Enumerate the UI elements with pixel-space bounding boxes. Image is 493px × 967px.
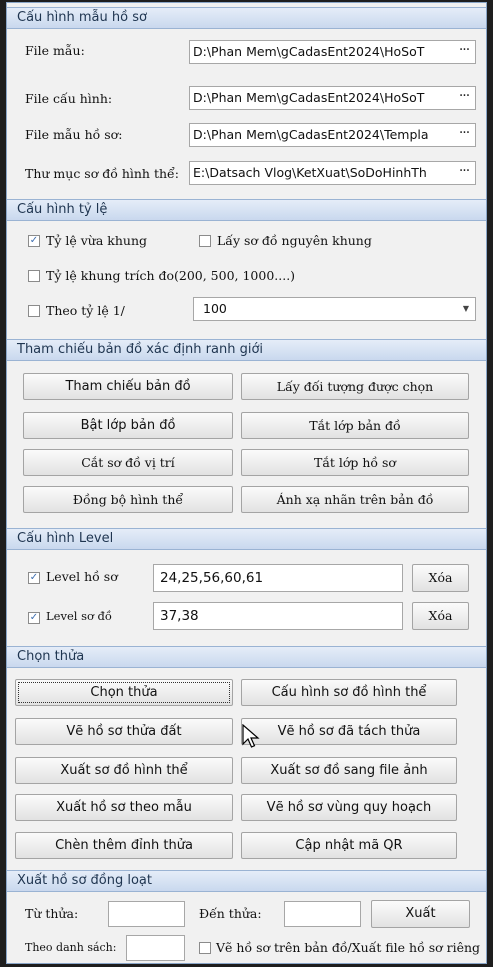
file-cau-hinh-value: D:\Phan Mem\gCadasEnt2024\HoSoT xyxy=(193,90,425,105)
to-parcel-input[interactable] xyxy=(284,901,361,927)
profile-layer-off-button[interactable]: Tắt lớp hồ sơ xyxy=(241,449,469,476)
fit-frame-label: Tỷ lệ vừa khung xyxy=(46,233,148,248)
ratio-select[interactable]: 100 ▼ xyxy=(193,297,476,321)
section-header-template: Cấu hình mẫu hồ sơ xyxy=(7,7,486,29)
export-template-button[interactable]: Xuất hồ sơ theo mẫu xyxy=(15,794,233,821)
ratio-value: 100 xyxy=(203,301,227,316)
section-header-level: Cấu hình Level xyxy=(7,528,486,550)
original-frame-checkbox[interactable] xyxy=(199,235,211,247)
section-header-select-parcel: Chọn thửa xyxy=(7,646,486,668)
select-parcel-button[interactable]: Chọn thửa xyxy=(15,679,233,706)
file-cau-hinh-field[interactable]: D:\Phan Mem\gCadasEnt2024\HoSoT ··· xyxy=(189,86,476,110)
file-mau-value: D:\Phan Mem\gCadasEnt2024\HoSoT xyxy=(193,44,425,59)
layer-on-button[interactable]: Bật lớp bản đồ xyxy=(23,412,233,439)
level-profile-checkbox[interactable]: ✓ xyxy=(28,572,40,584)
from-parcel-input[interactable] xyxy=(108,901,185,927)
thu-muc-field[interactable]: E:\Datsach Vlog\KetXuat\SoDoHinhTh ··· xyxy=(189,161,476,185)
from-parcel-label: Từ thửa: xyxy=(25,906,79,921)
chevron-down-icon[interactable]: ▼ xyxy=(457,298,475,320)
extract-frame-checkbox[interactable] xyxy=(28,270,40,282)
cut-location-button[interactable]: Cắt sơ đồ vị trí xyxy=(23,449,233,476)
file-mau-ho-so-value: D:\Phan Mem\gCadasEnt2024\Templa xyxy=(193,127,429,142)
draw-split-parcel-button[interactable]: Vẽ hồ sơ đã tách thửa xyxy=(241,718,457,745)
sync-shape-button[interactable]: Đồng bộ hình thể xyxy=(23,486,233,513)
update-qr-button[interactable]: Cập nhật mã QR xyxy=(241,832,457,859)
file-cau-hinh-label: File cấu hình: xyxy=(25,91,113,106)
ratio-checkbox[interactable] xyxy=(28,305,40,317)
file-mau-ho-so-field[interactable]: D:\Phan Mem\gCadasEnt2024\Templa ··· xyxy=(189,123,476,147)
level-diagram-input[interactable]: 37,38 xyxy=(153,602,403,630)
export-button[interactable]: Xuất xyxy=(371,900,470,928)
section-header-reference: Tham chiếu bản đồ xác định ranh giới xyxy=(7,339,486,361)
file-mau-field[interactable]: D:\Phan Mem\gCadasEnt2024\HoSoT ··· xyxy=(189,40,476,64)
map-labels-button[interactable]: Ánh xạ nhãn trên bản đồ xyxy=(241,486,469,513)
delete-level-profile-button[interactable]: Xóa xyxy=(412,564,469,592)
layer-off-button[interactable]: Tắt lớp bản đồ xyxy=(241,412,469,439)
browse-button[interactable]: ··· xyxy=(453,87,475,109)
draw-on-map-checkbox[interactable] xyxy=(199,942,211,954)
profile-config-panel: Cấu hình mẫu hồ sơ File mẫu: D:\Phan Mem… xyxy=(6,2,487,964)
mouse-cursor-icon xyxy=(242,724,260,748)
config-shape-button[interactable]: Cấu hình sơ đồ hình thể xyxy=(241,679,457,706)
delete-level-diagram-button[interactable]: Xóa xyxy=(412,602,469,630)
export-shape-button[interactable]: Xuất sơ đồ hình thể xyxy=(15,757,233,784)
list-label: Theo danh sách: xyxy=(25,941,117,954)
draw-on-map-label: Vẽ hồ sơ trên bản đồ/Xuất file hồ sơ riê… xyxy=(216,940,481,955)
list-input[interactable] xyxy=(126,935,185,961)
file-mau-label: File mẫu: xyxy=(25,43,85,58)
extract-frame-label: Tỷ lệ khung trích đo(200, 500, 1000....) xyxy=(46,268,296,283)
section-header-batch: Xuất hồ sơ đồng loạt xyxy=(7,870,486,892)
thu-muc-label: Thư mục sơ đồ hình thể: xyxy=(25,166,179,181)
ref-map-button[interactable]: Tham chiếu bản đồ xyxy=(23,373,233,400)
export-image-button[interactable]: Xuất sơ đồ sang file ảnh xyxy=(241,757,457,784)
level-diagram-label: Level sơ đồ xyxy=(46,609,112,623)
browse-button[interactable]: ··· xyxy=(453,162,475,184)
browse-button[interactable]: ··· xyxy=(453,41,475,63)
section-header-scale: Cấu hình tỷ lệ xyxy=(7,199,486,221)
level-profile-input[interactable]: 24,25,56,60,61 xyxy=(153,564,403,592)
level-diagram-checkbox[interactable]: ✓ xyxy=(28,612,40,624)
get-selected-button[interactable]: Lấy đối tượng được chọn xyxy=(241,373,469,400)
level-profile-label: Level hồ sơ xyxy=(46,569,118,584)
draw-land-parcel-button[interactable]: Vẽ hồ sơ thửa đất xyxy=(15,718,233,745)
ratio-label: Theo tỷ lệ 1/ xyxy=(46,303,125,318)
fit-frame-checkbox[interactable]: ✓ xyxy=(28,235,40,247)
to-parcel-label: Đến thửa: xyxy=(199,906,262,921)
insert-vertex-button[interactable]: Chèn thêm đỉnh thửa xyxy=(15,832,233,859)
browse-button[interactable]: ··· xyxy=(453,124,475,146)
original-frame-label: Lấy sơ đồ nguyên khung xyxy=(217,233,372,248)
file-mau-ho-so-label: File mẫu hồ sơ: xyxy=(25,127,123,142)
thu-muc-value: E:\Datsach Vlog\KetXuat\SoDoHinhTh xyxy=(193,165,427,180)
draw-planning-button[interactable]: Vẽ hồ sơ vùng quy hoạch xyxy=(241,794,457,821)
